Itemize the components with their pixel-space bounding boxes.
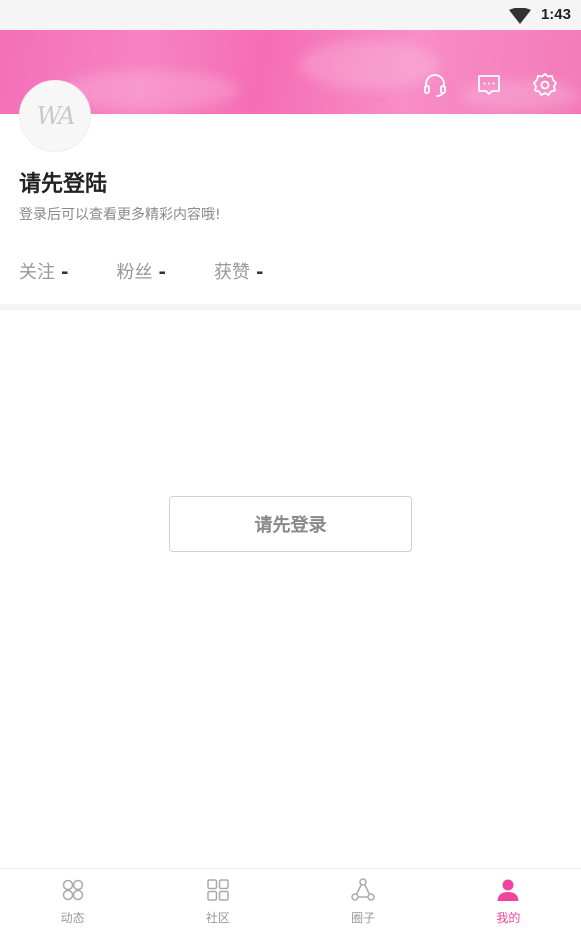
stat-label: 粉丝 [116,262,153,283]
tab-community[interactable]: 社区 [145,869,290,930]
stat-following[interactable]: 关注 - [19,258,69,283]
grid-icon [205,877,231,903]
message-icon[interactable] [474,70,504,100]
tab-mine[interactable]: 我的 [436,869,581,930]
status-bar: 1:43 [0,0,581,30]
tab-label: 社区 [205,911,230,925]
stat-label: 获赞 [213,262,250,283]
circle-nodes-icon [350,877,376,903]
stat-likes[interactable]: 获赞 - [213,258,264,283]
tab-dynamics[interactable]: 动态 [0,869,145,930]
wifi-icon [509,8,531,24]
gear-icon[interactable] [530,70,560,100]
login-button[interactable]: 请先登录 [169,496,412,552]
tab-circle[interactable]: 圈子 [291,869,436,930]
tab-label: 动态 [60,911,85,925]
section-divider [0,304,581,310]
tab-label: 我的 [496,911,521,925]
login-subtitle: 登录后可以查看更多精彩内容哦! [19,207,221,223]
stat-value: - [255,262,264,283]
stat-label: 关注 [19,262,55,283]
headset-icon[interactable] [420,70,450,100]
avatar-logo: WA [36,102,76,130]
status-time: 1:43 [540,6,571,23]
stat-fans[interactable]: 粉丝 - [116,258,166,283]
person-icon [495,877,521,903]
tab-label: 圈子 [351,911,376,925]
avatar[interactable]: WA [19,80,91,152]
stat-value: - [158,262,166,283]
bottom-tab-bar: 动态 社区 圈子 我的 [0,868,581,930]
stat-value: - [61,262,69,283]
page-title[interactable]: 请先登陆 [19,166,107,198]
clover-grid-icon [60,877,86,903]
profile-stats: 关注 - 粉丝 - 获赞 - [19,258,311,283]
